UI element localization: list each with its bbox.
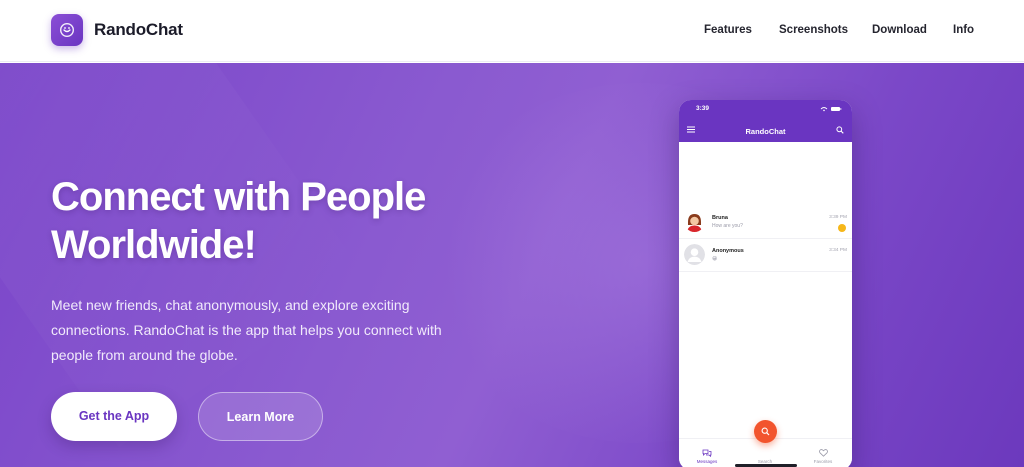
chat-preview: 😀 xyxy=(712,256,718,262)
chat-contact-name: Bruna xyxy=(712,215,728,221)
site-header: RandoChat Features Screenshots Download … xyxy=(0,0,1024,62)
tab-favorites[interactable]: Favorites xyxy=(803,449,843,464)
avatar xyxy=(684,211,705,232)
nav-screenshots[interactable]: Screenshots xyxy=(779,24,848,36)
messages-icon xyxy=(702,449,712,457)
tab-messages[interactable]: Messages xyxy=(687,449,727,464)
phone-app-header: 3:39 RandoChat xyxy=(679,100,852,142)
hero-headline-line2: Worldwide! xyxy=(51,223,257,267)
learn-more-button[interactable]: Learn More xyxy=(198,392,323,441)
avatar xyxy=(684,244,705,265)
search-icon[interactable] xyxy=(836,126,844,134)
nav-features[interactable]: Features xyxy=(704,24,752,36)
chat-preview: How are you? xyxy=(712,223,743,229)
hero-headline-line1: Connect with People xyxy=(51,175,426,219)
phone-app-title: RandoChat xyxy=(745,127,786,136)
chat-list-item[interactable]: Bruna How are you? 3:39 PM xyxy=(679,206,852,239)
phone-clock: 3:39 xyxy=(696,105,710,112)
phone-mockup: 3:39 RandoChat Bruna How are you? 3:39 P… xyxy=(679,100,852,467)
hero-section: Connect with People Worldwide! Meet new … xyxy=(0,63,1024,467)
tab-messages-label: Messages xyxy=(696,459,718,464)
status-icons xyxy=(820,107,842,112)
chat-time: 3:34 PM xyxy=(829,248,847,253)
search-fab-button[interactable] xyxy=(754,420,777,443)
unread-badge xyxy=(838,224,846,232)
brand-name[interactable]: RandoChat xyxy=(94,20,183,40)
hero-headline: Connect with People Worldwide! xyxy=(51,173,511,269)
hero-description: Meet new friends, chat anonymously, and … xyxy=(51,297,442,363)
chat-time: 3:39 PM xyxy=(829,215,847,220)
get-the-app-button[interactable]: Get the App xyxy=(51,392,177,441)
tab-favorites-label: Favorites xyxy=(813,459,833,464)
chat-contact-name: Anonymous xyxy=(712,248,744,254)
logo-icon[interactable] xyxy=(51,14,83,46)
chat-list-item[interactable]: Anonymous 😀 3:34 PM xyxy=(679,239,852,272)
search-icon xyxy=(761,427,770,436)
nav-download[interactable]: Download xyxy=(872,24,927,36)
nav-info[interactable]: Info xyxy=(953,24,974,36)
heart-icon xyxy=(818,449,828,457)
